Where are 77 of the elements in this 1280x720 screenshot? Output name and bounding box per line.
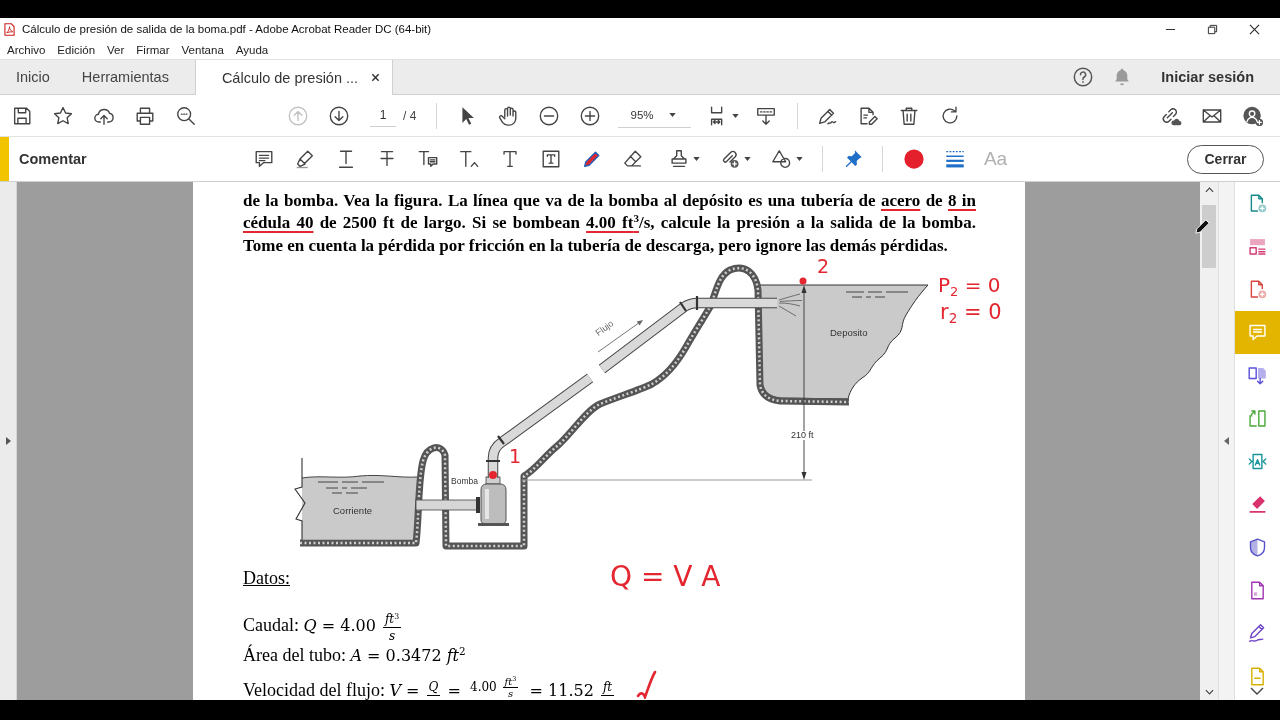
zoom-in-icon[interactable]	[579, 104, 601, 127]
tab[interactable]: Inicio	[0, 60, 66, 94]
page-down-icon[interactable]	[328, 104, 350, 127]
caret-icon[interactable]	[668, 113, 676, 117]
close-icon[interactable]	[1249, 23, 1260, 35]
text-box-icon[interactable]	[540, 148, 562, 170]
water-spray-drawing	[778, 293, 803, 317]
stream-label: Corriente	[333, 506, 373, 516]
handwritten-equation: Q = V A	[610, 563, 721, 591]
menu-item[interactable]: Ayuda	[235, 43, 269, 56]
pages-arrow-icon[interactable]	[1247, 365, 1268, 386]
menu-item[interactable]: Firmar	[136, 43, 170, 56]
caret-icon[interactable]	[744, 157, 751, 161]
flow-arrow	[597, 320, 643, 353]
tab[interactable]: Herramientas	[65, 60, 185, 94]
point-marker	[799, 277, 807, 285]
intake-pipe	[415, 497, 480, 513]
handwritten-note: r$_{2}$ = 0	[940, 302, 1002, 323]
pencil-cursor-icon	[1194, 218, 1211, 235]
handwritten-note: 2	[817, 257, 830, 276]
menu-item[interactable]: Ventana	[181, 43, 224, 56]
star-icon[interactable]	[51, 104, 74, 127]
help-icon[interactable]	[1072, 66, 1095, 88]
close-icon[interactable]	[371, 73, 381, 82]
replace-text-icon[interactable]	[417, 148, 439, 170]
page-number-field[interactable]: 1	[370, 104, 396, 127]
section-heading: Datos:	[243, 567, 290, 589]
scroll-up-icon[interactable]	[1204, 187, 1214, 193]
highlighter-icon[interactable]	[1247, 494, 1268, 515]
add-user-icon[interactable]	[1242, 104, 1264, 127]
expand-panel-icon[interactable]	[5, 437, 11, 445]
handwritten-note: 1	[509, 447, 522, 466]
menu-item[interactable]: Archivo	[7, 43, 46, 56]
accent-bar	[0, 137, 9, 181]
collapse-panel-icon[interactable]	[1224, 437, 1229, 445]
zoom-out-icon[interactable]	[538, 104, 560, 127]
checkmark-icon	[635, 669, 657, 699]
height-label: 210 ft	[790, 431, 815, 440]
page-count: / 4	[403, 108, 418, 123]
window-title: Cálculo de presión de salida de la boma.pdf - Adobe Acrobat Reader DC (64-bit)	[22, 23, 432, 35]
pump-label: Bomba	[451, 477, 478, 486]
caret-icon[interactable]	[731, 113, 739, 118]
rectangles-arrow-icon[interactable]	[1247, 408, 1268, 429]
point-marker	[489, 471, 497, 479]
restore-icon[interactable]	[1207, 23, 1218, 35]
shield-icon[interactable]	[1247, 537, 1268, 558]
line-style-icon[interactable]	[943, 148, 966, 170]
menu-item[interactable]: Ver	[107, 43, 125, 56]
hand-icon[interactable]	[497, 104, 519, 127]
formula-line: Área del tubo: A = 0.3472 ft$^{2}$	[243, 643, 466, 667]
scrollbar-thumb[interactable]	[1202, 205, 1216, 268]
scroll-down-icon[interactable]	[1204, 689, 1214, 695]
toolbar-title: Comentar	[19, 151, 87, 167]
sign-in-link[interactable]: Iniciar sesión	[1161, 69, 1254, 85]
zoom-field[interactable]: 95%	[617, 103, 691, 128]
document-arrows-icon[interactable]	[1247, 451, 1268, 472]
menu-item[interactable]: Edición	[57, 43, 96, 56]
search-icon[interactable]	[174, 104, 197, 127]
caret-icon[interactable]	[692, 157, 700, 161]
insert-text-icon[interactable]	[458, 148, 480, 170]
pdf-file-icon	[4, 22, 15, 36]
shapes-icon[interactable]	[771, 148, 793, 170]
reservoir-label: Deposito	[830, 328, 868, 338]
color-swatch-icon[interactable]	[902, 148, 925, 170]
caret-icon[interactable]	[796, 157, 803, 161]
chevron-down-icon[interactable]	[1250, 687, 1264, 695]
pump	[478, 476, 509, 526]
flow-label: Flujo	[594, 319, 616, 338]
close-button[interactable]: Cerrar	[1187, 144, 1264, 174]
sticky-note-icon[interactable]	[253, 148, 275, 170]
tab[interactable]: Cálculo de presión ...	[194, 60, 394, 95]
layout-icon[interactable]	[1247, 236, 1268, 257]
highlighter-icon[interactable]	[294, 148, 316, 170]
scrollbar[interactable]	[1200, 182, 1218, 700]
handwritten-note: P$_{2}$ = 0	[938, 275, 1001, 295]
problem-statement: de la bomba. Vea la figura. La línea que va de la bomba al depósito es una tubería de acero de 8 in cédula 40 de 2500 ft de largo. Si se bombean 4.00 ft$^{3}$/s, calcule la presión a la salida de la bomba. Tome en cuenta la pérdida por fricción en la tubería de descarga, pero ignore las demás pérdidas.	[243, 189, 976, 257]
eraser-icon[interactable]	[622, 148, 644, 170]
